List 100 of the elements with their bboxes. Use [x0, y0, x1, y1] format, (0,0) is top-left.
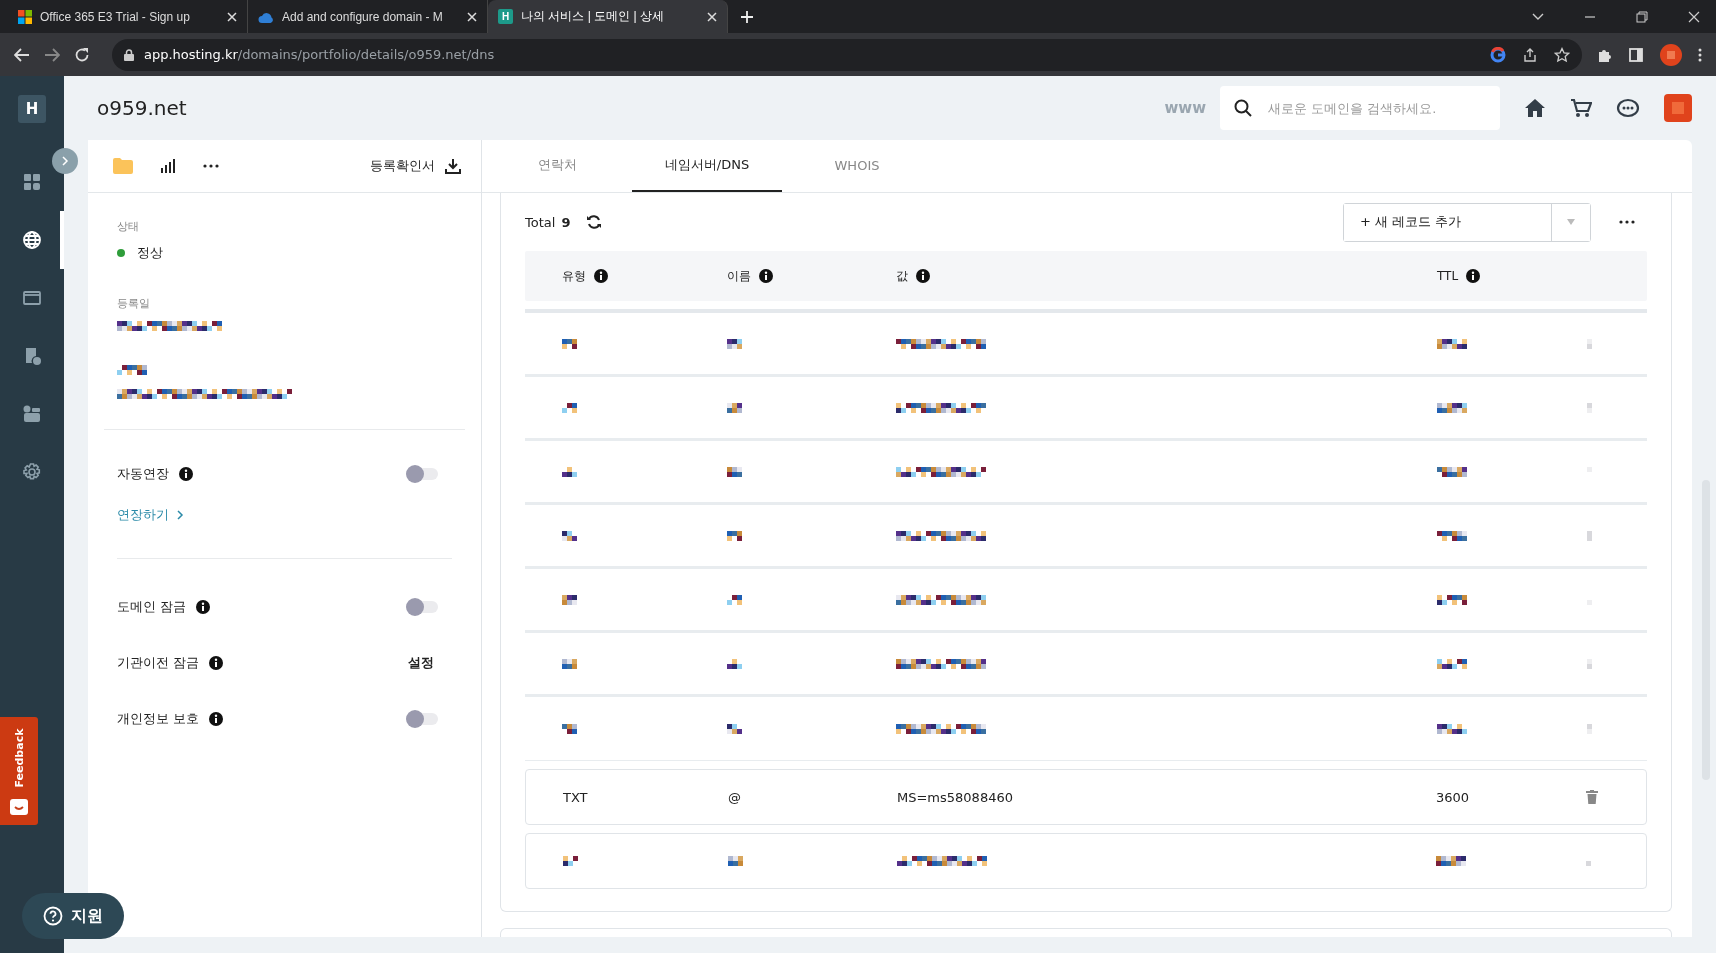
close-icon[interactable]	[707, 11, 717, 22]
redacted-mosaic	[1587, 723, 1592, 734]
redacted-mosaic	[727, 466, 742, 477]
redacted-mosaic	[728, 856, 743, 866]
toggle-switch[interactable]	[408, 468, 438, 480]
tab[interactable]: 연락처	[482, 140, 632, 192]
tab-search-icon[interactable]	[1532, 12, 1544, 21]
toggle-switch[interactable]	[408, 713, 438, 725]
redacted-mosaic	[562, 723, 577, 734]
windows-logo-icon	[18, 9, 32, 24]
redacted-mosaic	[1437, 338, 1467, 349]
setting-label: 개인정보 보호	[117, 710, 200, 728]
info-icon[interactable]	[594, 269, 608, 283]
grid-icon	[22, 172, 42, 192]
google-icon[interactable]	[1490, 46, 1506, 63]
redacted-mosaic	[563, 856, 578, 866]
redacted-mosaic	[1437, 594, 1467, 605]
refresh-icon[interactable]	[586, 214, 603, 230]
profile-avatar-icon[interactable]	[1660, 43, 1682, 66]
home-icon[interactable]	[1524, 98, 1546, 118]
more-icon[interactable]	[1619, 220, 1635, 224]
redacted-mosaic	[1587, 658, 1592, 669]
renew-link[interactable]: 연장하기	[117, 506, 184, 524]
info-icon[interactable]	[209, 656, 224, 670]
smiley-icon	[10, 799, 28, 815]
add-record-button[interactable]: + 새 레코드 추가	[1344, 203, 1552, 241]
help-icon	[43, 906, 63, 926]
total-label: Total	[525, 214, 556, 230]
redacted-mosaic	[727, 530, 742, 541]
info-icon[interactable]	[1466, 269, 1481, 283]
redacted-mosaic	[1437, 723, 1467, 734]
setting-label: 자동연장	[117, 465, 169, 483]
tab[interactable]: WHOIS	[782, 140, 932, 192]
share-icon[interactable]	[1522, 46, 1538, 63]
table-cell-text: MS=ms58088460	[897, 789, 1014, 805]
window-icon	[22, 288, 42, 308]
redacted-mosaic	[117, 365, 147, 375]
toggle-switch[interactable]	[408, 601, 438, 613]
chevron-right-icon	[177, 510, 184, 520]
search-field[interactable]: 새로운 도메인을 검색하세요.	[1220, 86, 1500, 130]
expand-button[interactable]	[52, 148, 78, 174]
redacted-mosaic	[1587, 402, 1592, 413]
domain-title: o959.net	[97, 96, 187, 120]
site-favicon: H	[498, 9, 513, 24]
setting-label: 도메인 잠금	[117, 598, 187, 616]
restore-icon[interactable]	[1636, 10, 1648, 23]
close-icon[interactable]	[227, 11, 237, 22]
search-input[interactable]: 새로운 도메인을 검색하세요.	[1266, 99, 1486, 117]
side-panel-icon[interactable]	[1628, 46, 1644, 63]
more-icon[interactable]	[203, 164, 219, 168]
setting-label: 기관이전 잠금	[117, 654, 200, 672]
caret-icon	[1567, 219, 1575, 225]
total-count: 9	[561, 214, 571, 230]
field-label: 상태	[117, 219, 140, 234]
redacted-mosaic	[1436, 856, 1466, 866]
status-text: 정상	[137, 244, 163, 262]
new-tab-icon[interactable]	[740, 9, 754, 24]
redacted-mosaic	[562, 658, 577, 669]
settings-icon	[22, 462, 42, 482]
redacted-mosaic	[562, 402, 577, 413]
info-icon[interactable]	[916, 269, 930, 283]
support-button[interactable]: 지원	[22, 893, 124, 939]
info-icon[interactable]	[759, 269, 773, 283]
certificate-download-button[interactable]: 등록확인서	[370, 157, 461, 175]
info-icon[interactable]	[179, 467, 193, 481]
logo[interactable]: H	[18, 95, 46, 123]
browser-tab[interactable]: H 나의 서비스 | 도메인 | 상세	[488, 0, 728, 33]
bar-chart-icon[interactable]	[161, 159, 175, 173]
chat-bubble-icon[interactable]	[1616, 98, 1640, 118]
address-bar[interactable]: app.hosting.kr/domains/portfolio/details/o959.net/dns	[112, 38, 1582, 71]
menu-icon[interactable]	[1698, 46, 1702, 63]
info-icon[interactable]	[196, 600, 211, 614]
settings-link[interactable]: 설정	[408, 654, 434, 672]
tab-title: Office 365 E3 Trial - Sign up	[40, 9, 191, 24]
redacted-mosaic	[727, 402, 742, 413]
download-icon	[445, 158, 461, 174]
column-header: 값	[896, 267, 908, 285]
tab-title: Add and configure domain - M	[282, 9, 444, 24]
redacted-mosaic	[562, 594, 577, 605]
redacted-mosaic	[727, 338, 742, 349]
info-icon[interactable]	[209, 712, 224, 726]
redacted-mosaic	[562, 338, 577, 349]
redacted-mosaic	[727, 658, 742, 669]
back-icon[interactable]	[14, 47, 30, 62]
close-icon[interactable]	[1688, 10, 1700, 23]
search-icon	[1234, 99, 1252, 117]
tab[interactable]: 네임서버/DNS	[632, 140, 782, 192]
redacted-mosaic	[1437, 658, 1467, 669]
forward-icon[interactable]	[44, 47, 60, 62]
redacted-mosaic	[1587, 530, 1592, 541]
reload-icon[interactable]	[74, 46, 90, 63]
www-label: www	[1164, 99, 1206, 117]
table-cell-text: @	[728, 789, 742, 805]
delete-icon[interactable]	[1586, 790, 1598, 804]
cart-icon[interactable]	[1570, 98, 1592, 118]
star-icon[interactable]	[1554, 46, 1570, 63]
globe-icon	[22, 230, 42, 250]
close-icon[interactable]	[467, 11, 477, 22]
column-header: TTL	[1437, 269, 1459, 283]
feedback-tab[interactable]: Feedback	[0, 717, 38, 825]
